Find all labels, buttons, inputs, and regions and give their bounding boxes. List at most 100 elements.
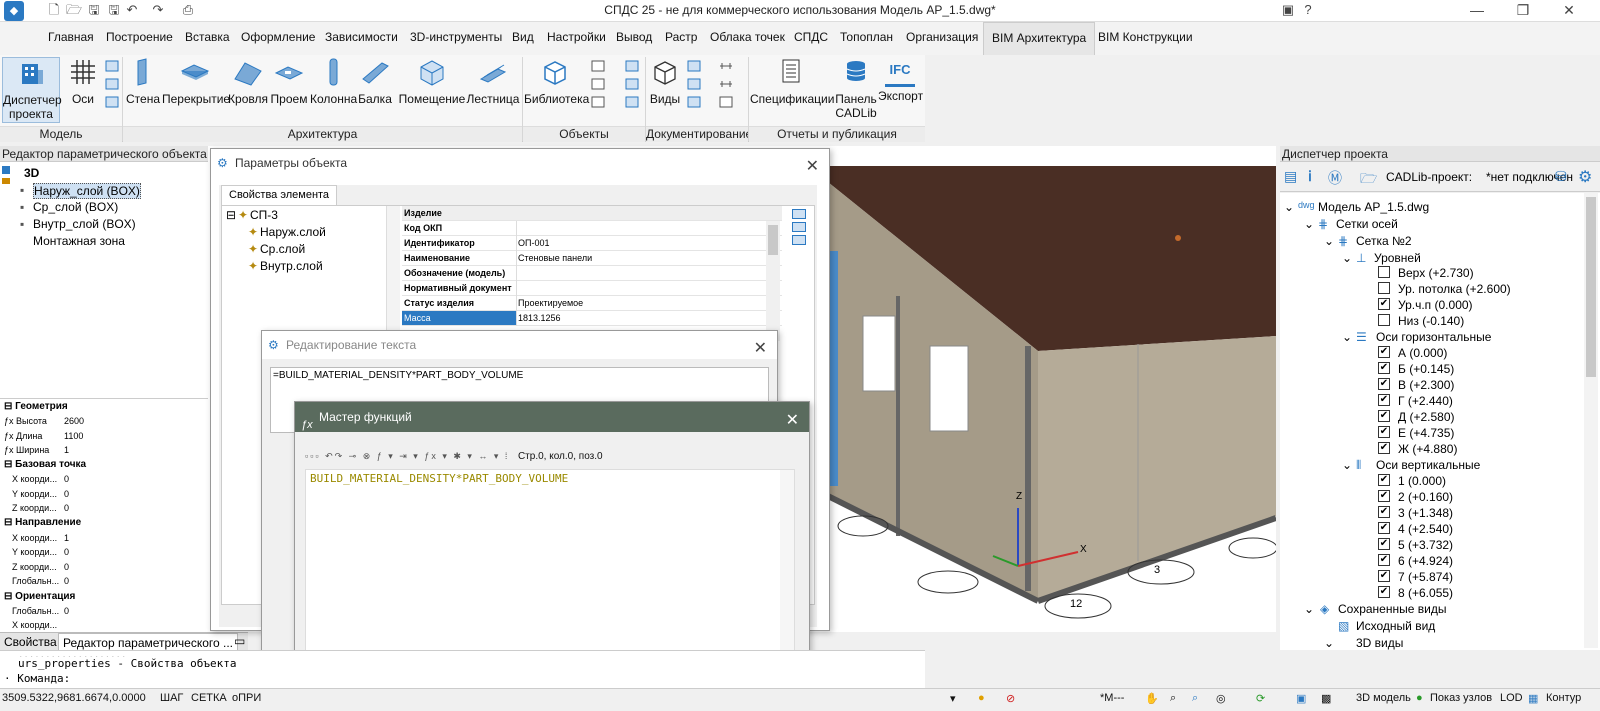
tree-node-3d[interactable]: 3D: [24, 166, 39, 180]
tab-point-clouds[interactable]: Облака точек: [710, 30, 785, 44]
collapse-icon[interactable]: ⌄: [1324, 234, 1334, 248]
tab-design[interactable]: Оформление: [241, 30, 315, 44]
tab-build[interactable]: Построение: [106, 30, 173, 44]
section-direction[interactable]: ⊟ Направление: [4, 517, 81, 528]
tab-bim-structures[interactable]: BIM Конструкции: [1098, 30, 1193, 44]
tab-element-properties[interactable]: Свойства элемента: [221, 185, 338, 205]
axis-checkbox-checked[interactable]: ✔: [1378, 346, 1390, 358]
axis-checkbox-checked[interactable]: ✔: [1378, 426, 1390, 438]
collapse-icon[interactable]: ⌄: [1284, 200, 1294, 214]
object-params-close-icon[interactable]: ✕: [806, 153, 819, 181]
tree-node-outer[interactable]: Наруж.слой: [260, 225, 326, 239]
building-icon[interactable]: ▤: [1284, 168, 1297, 185]
axis-item[interactable]: 2 (+0.160): [1398, 490, 1453, 504]
project-dispatcher-button[interactable]: Диспетчер проекта: [2, 57, 62, 123]
axis-checkbox-checked[interactable]: ✔: [1378, 378, 1390, 390]
tree-horizontal-axes[interactable]: Оси горизонтальные: [1376, 330, 1491, 344]
tree-node-middle[interactable]: Ср.слой: [260, 242, 305, 256]
props-scrollbar[interactable]: [766, 221, 780, 341]
axis-item[interactable]: 5 (+3.732): [1398, 538, 1453, 552]
axis-item[interactable]: 3 (+1.348): [1398, 506, 1453, 520]
section-base-point[interactable]: ⊟ Базовая точка: [4, 459, 86, 470]
prop-og-value[interactable]: 0: [64, 606, 69, 616]
zoom-icon[interactable]: ⌕: [1170, 692, 1176, 705]
props-row-selected[interactable]: Масса 1813.1256: [402, 311, 782, 326]
specifications-button[interactable]: Спецификации: [750, 57, 834, 106]
lod-toggle[interactable]: LOD: [1500, 692, 1523, 704]
outline-toggle[interactable]: Контур: [1546, 692, 1581, 704]
section-orientation[interactable]: ⊟ Ориентация: [4, 591, 75, 602]
tab-properties[interactable]: Свойства: [4, 635, 57, 649]
view-box-icon[interactable]: ▣: [1296, 692, 1306, 705]
tab-output[interactable]: Вывод: [616, 30, 652, 44]
tab-main[interactable]: Главная: [48, 30, 94, 44]
stair-button[interactable]: Лестница: [466, 57, 520, 106]
axis-checkbox-checked[interactable]: ✔: [1378, 474, 1390, 486]
axis-checkbox-checked[interactable]: ✔: [1378, 490, 1390, 502]
tree-node-outer-layer[interactable]: Наруж_слой (BOX): [33, 183, 141, 199]
info-icon[interactable]: ⅰ: [1308, 168, 1312, 185]
axis-item[interactable]: Б (+0.145): [1398, 362, 1454, 376]
prop-by-value[interactable]: 0: [64, 489, 69, 499]
tab-constraints[interactable]: Зависимости: [325, 30, 398, 44]
database-icon[interactable]: ⛁: [1555, 168, 1567, 185]
opening-button[interactable]: Проем: [270, 57, 308, 106]
tab-3d-tools[interactable]: 3D-инструменты: [410, 30, 502, 44]
props-row[interactable]: Нормативный документ: [402, 281, 782, 296]
prop-dy-value[interactable]: 0: [64, 547, 69, 557]
doc-small-icon-6[interactable]: [718, 95, 734, 109]
pan-icon[interactable]: ✋: [1145, 692, 1159, 705]
object-small-icon-5[interactable]: [624, 77, 640, 91]
axis-checkbox-checked[interactable]: ✔: [1378, 442, 1390, 454]
tab-bim-architecture[interactable]: BIM Архитектура: [983, 22, 1096, 55]
level-small-icon[interactable]: [104, 77, 120, 91]
tab-raster[interactable]: Растр: [665, 30, 697, 44]
level-checkbox[interactable]: [1378, 266, 1390, 278]
doc-small-icon-5[interactable]: [718, 77, 734, 91]
tab-organization[interactable]: Организация: [906, 30, 978, 44]
prop-width-value[interactable]: 1: [64, 445, 69, 455]
object-small-icon-3[interactable]: [590, 95, 606, 109]
bulb-icon[interactable]: ●: [978, 692, 985, 704]
props-row[interactable]: Статус изделия Проектируемое: [402, 296, 782, 311]
axis-item[interactable]: 1 (0.000): [1398, 474, 1446, 488]
prop-height-value[interactable]: 2600: [64, 416, 84, 426]
axis-item[interactable]: 4 (+2.540): [1398, 522, 1453, 536]
axis-item[interactable]: Е (+4.735): [1398, 426, 1454, 440]
axis-edit-small-icon[interactable]: [104, 95, 120, 109]
collapse-icon[interactable]: ⌄: [1304, 217, 1314, 231]
axis-item[interactable]: 8 (+6.055): [1398, 586, 1453, 600]
restore-button[interactable]: ❐: [1500, 0, 1546, 22]
help-icon[interactable]: ?: [1300, 2, 1316, 18]
axes-button[interactable]: Оси: [64, 57, 102, 106]
axis-checkbox-checked[interactable]: ✔: [1378, 410, 1390, 422]
object-small-icon-6[interactable]: [624, 95, 640, 109]
slab-button[interactable]: Перекрытие: [162, 57, 230, 106]
tree-node-sp3[interactable]: СП-3: [250, 208, 278, 222]
level-checkbox-checked[interactable]: ✔: [1378, 298, 1390, 310]
tab-topoplan[interactable]: Топоплан: [840, 30, 893, 44]
collapse-icon[interactable]: ⌄: [1342, 458, 1352, 472]
axis-item[interactable]: 7 (+5.874): [1398, 570, 1453, 584]
tree-toolbar-icons[interactable]: [2, 166, 10, 276]
axis-item[interactable]: В (+2.300): [1398, 378, 1454, 392]
cadlib-panel-button[interactable]: Панель CADLib: [834, 57, 878, 120]
collapse-icon[interactable]: ⌄: [1342, 251, 1352, 265]
level-item[interactable]: Верх (+2.730): [1398, 266, 1474, 280]
axis-checkbox-checked[interactable]: ✔: [1378, 362, 1390, 374]
section-geometry[interactable]: ⊟ Геометрия: [4, 401, 68, 412]
command-line[interactable]: .................... urs_properties - Св…: [0, 650, 925, 688]
tab-spds[interactable]: СПДС: [794, 30, 828, 44]
prop-bx-value[interactable]: 0: [64, 474, 69, 484]
toolbar-icons[interactable]: ▫▫▫ ↶↷ ⊸ ⊗ ƒ ▾ ⇥ ▾ ƒx ▾ ✱ ▾ ↔ ▾ ⁞: [305, 451, 509, 461]
minimize-button[interactable]: —: [1454, 0, 1500, 22]
axis-checkbox-checked[interactable]: ✔: [1378, 586, 1390, 598]
collapse-icon[interactable]: ⌄: [1342, 330, 1352, 344]
orbit-icon[interactable]: ◎: [1216, 692, 1226, 705]
axis-item[interactable]: А (0.000): [1398, 346, 1447, 360]
tab-insert[interactable]: Вставка: [185, 30, 230, 44]
panel-menu-icon[interactable]: ▭: [234, 634, 245, 648]
axis-checkbox-checked[interactable]: ✔: [1378, 554, 1390, 566]
axis-checkbox-checked[interactable]: ✔: [1378, 394, 1390, 406]
prop-dx-value[interactable]: 1: [64, 533, 69, 543]
